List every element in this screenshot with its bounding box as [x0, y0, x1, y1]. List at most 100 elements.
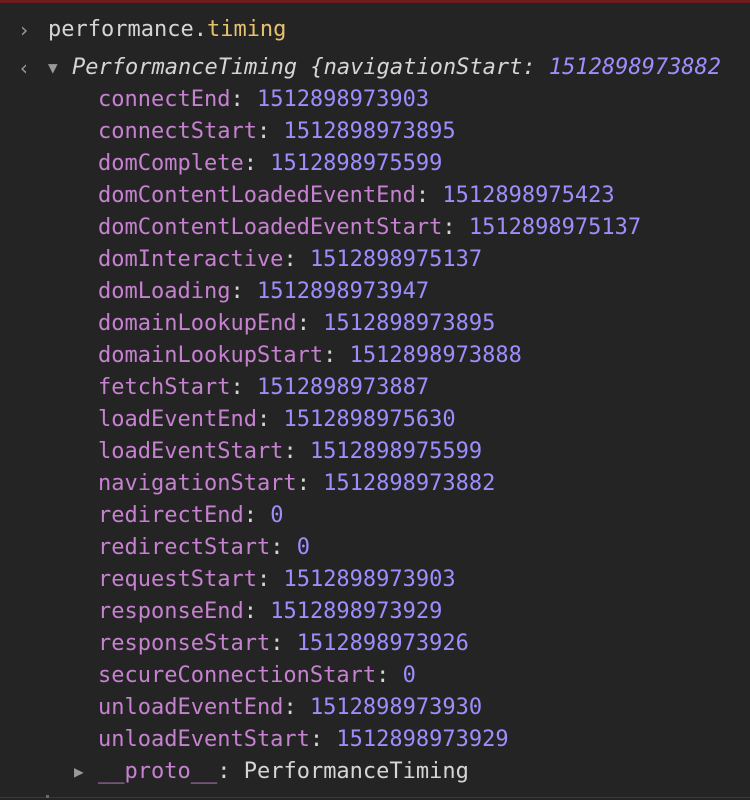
- property-colon: :: [230, 375, 257, 400]
- command-dot: .: [193, 17, 207, 42]
- property-colon: :: [243, 503, 271, 528]
- property-colon: :: [243, 599, 271, 624]
- property-row[interactable]: domContentLoadedEventStart: 151289897513…: [0, 212, 750, 244]
- property-colon: :: [270, 631, 297, 656]
- property-row[interactable]: domComplete: 1512898975599: [0, 148, 750, 180]
- property-key: responseStart: [98, 631, 271, 656]
- property-key: loadEventEnd: [98, 407, 257, 432]
- chevron-left-icon: ‹: [17, 56, 31, 80]
- property-value: 1512898973882: [323, 471, 496, 496]
- property-key-row: domainLookupEnd: 1512898973895: [98, 308, 495, 340]
- property-value: 0: [270, 503, 284, 528]
- property-key-row: responseEnd: 1512898973929: [98, 596, 442, 628]
- property-row[interactable]: loadEventStart: 1512898975599: [0, 436, 750, 468]
- property-row[interactable]: unloadEventStart: 1512898973929: [0, 724, 750, 756]
- property-colon: :: [270, 535, 297, 560]
- property-row[interactable]: loadEventEnd: 1512898975630: [0, 404, 750, 436]
- console-input-line[interactable]: › performance.timing: [0, 14, 750, 46]
- property-key: loadEventStart: [98, 439, 284, 464]
- property-colon: :: [283, 247, 310, 272]
- property-value: 1512898973930: [309, 695, 483, 720]
- property-key: unloadEventStart: [98, 727, 310, 752]
- property-colon: :: [309, 727, 337, 752]
- property-colon: :: [415, 183, 443, 208]
- property-value: 1512898973888: [349, 343, 522, 368]
- property-colon: :: [296, 311, 324, 336]
- property-value: 1512898973895: [283, 119, 456, 144]
- property-key-row: loadEventStart: 1512898975599: [98, 436, 482, 468]
- property-colon: :: [243, 151, 271, 176]
- property-row[interactable]: domainLookupStart: 1512898973888: [0, 340, 750, 372]
- property-key: connectStart: [98, 119, 257, 144]
- property-key: fetchStart: [98, 375, 231, 400]
- property-row[interactable]: navigationStart: 1512898973882: [0, 468, 750, 500]
- property-colon: :: [442, 215, 469, 240]
- property-row[interactable]: redirectEnd: 0: [0, 500, 750, 532]
- property-row[interactable]: domContentLoadedEventEnd: 1512898975423: [0, 180, 750, 212]
- property-key-row: domLoading: 1512898973947: [98, 276, 429, 308]
- property-row[interactable]: fetchStart: 1512898973887: [0, 372, 750, 404]
- property-key: navigationStart: [98, 471, 297, 496]
- property-value: 1512898973929: [270, 599, 443, 624]
- property-row[interactable]: domainLookupEnd: 1512898973895: [0, 308, 750, 340]
- property-value: 1512898973903: [283, 567, 456, 592]
- property-key: redirectStart: [98, 535, 271, 560]
- property-key: domContentLoadedEventEnd: [98, 183, 416, 208]
- property-row[interactable]: unloadEventEnd: 1512898973930: [0, 692, 750, 724]
- triangle-down-icon[interactable]: ▼: [48, 52, 58, 84]
- property-key-row: unloadEventEnd: 1512898973930: [98, 692, 482, 724]
- property-row[interactable]: responseStart: 1512898973926: [0, 628, 750, 660]
- proto-row[interactable]: ▶ __proto__: PerformanceTiming: [0, 756, 750, 788]
- property-key: redirectEnd: [98, 503, 244, 528]
- console-output-summary[interactable]: ‹ ▼ PerformanceTiming {navigationStart: …: [0, 52, 750, 84]
- property-value: 1512898975423: [442, 183, 615, 208]
- property-value: 1512898973947: [256, 279, 430, 304]
- property-colon: :: [323, 343, 350, 368]
- property-key-row: connectStart: 1512898973895: [98, 116, 456, 148]
- property-value: 1512898975599: [309, 439, 483, 464]
- property-key-row: responseStart: 1512898973926: [98, 628, 469, 660]
- property-value: 1512898975137: [468, 215, 642, 240]
- property-row[interactable]: responseEnd: 1512898973929: [0, 596, 750, 628]
- summary-open-brace: {: [297, 55, 324, 80]
- proto-entry: __proto__: PerformanceTiming: [98, 756, 469, 788]
- property-value: 1512898973895: [323, 311, 496, 336]
- prompt-cursor[interactable]: [46, 795, 49, 798]
- property-key: domComplete: [98, 151, 244, 176]
- property-colon: :: [256, 119, 284, 144]
- property-colon: :: [283, 695, 310, 720]
- property-value: 0: [296, 535, 310, 560]
- property-value: 1512898973926: [296, 631, 469, 656]
- property-row[interactable]: connectStart: 1512898973895: [0, 116, 750, 148]
- property-row[interactable]: redirectStart: 0: [0, 532, 750, 564]
- property-key-row: requestStart: 1512898973903: [98, 564, 456, 596]
- property-colon: :: [256, 407, 284, 432]
- triangle-right-icon[interactable]: ▶: [74, 756, 84, 788]
- property-value: 0: [402, 663, 416, 688]
- property-key: domContentLoadedEventStart: [98, 215, 443, 240]
- property-key: domLoading: [98, 279, 231, 304]
- top-border: [0, 0, 750, 3]
- property-key: secureConnectionStart: [98, 663, 377, 688]
- proto-value: PerformanceTiming: [243, 759, 469, 784]
- property-colon: :: [230, 87, 257, 112]
- proto-key: __proto__: [98, 759, 218, 784]
- property-row[interactable]: domLoading: 1512898973947: [0, 276, 750, 308]
- property-key-row: navigationStart: 1512898973882: [98, 468, 495, 500]
- property-key-row: redirectStart: 0: [98, 532, 310, 564]
- property-row[interactable]: requestStart: 1512898973903: [0, 564, 750, 596]
- property-row[interactable]: secureConnectionStart: 0: [0, 660, 750, 692]
- property-row[interactable]: connectEnd: 1512898973903: [0, 84, 750, 116]
- property-key: responseEnd: [98, 599, 244, 624]
- property-key: unloadEventEnd: [98, 695, 284, 720]
- property-key-row: domContentLoadedEventEnd: 1512898975423: [98, 180, 615, 212]
- property-value: 1512898975137: [309, 247, 483, 272]
- chevron-right-icon: ›: [17, 18, 31, 42]
- property-row[interactable]: domInteractive: 1512898975137: [0, 244, 750, 276]
- command-object: performance: [48, 17, 194, 42]
- property-key-row: unloadEventStart: 1512898973929: [98, 724, 509, 756]
- property-value: 1512898975599: [270, 151, 443, 176]
- property-key-row: fetchStart: 1512898973887: [98, 372, 429, 404]
- property-key: domainLookupEnd: [98, 311, 297, 336]
- console-command: performance.timing: [48, 14, 286, 46]
